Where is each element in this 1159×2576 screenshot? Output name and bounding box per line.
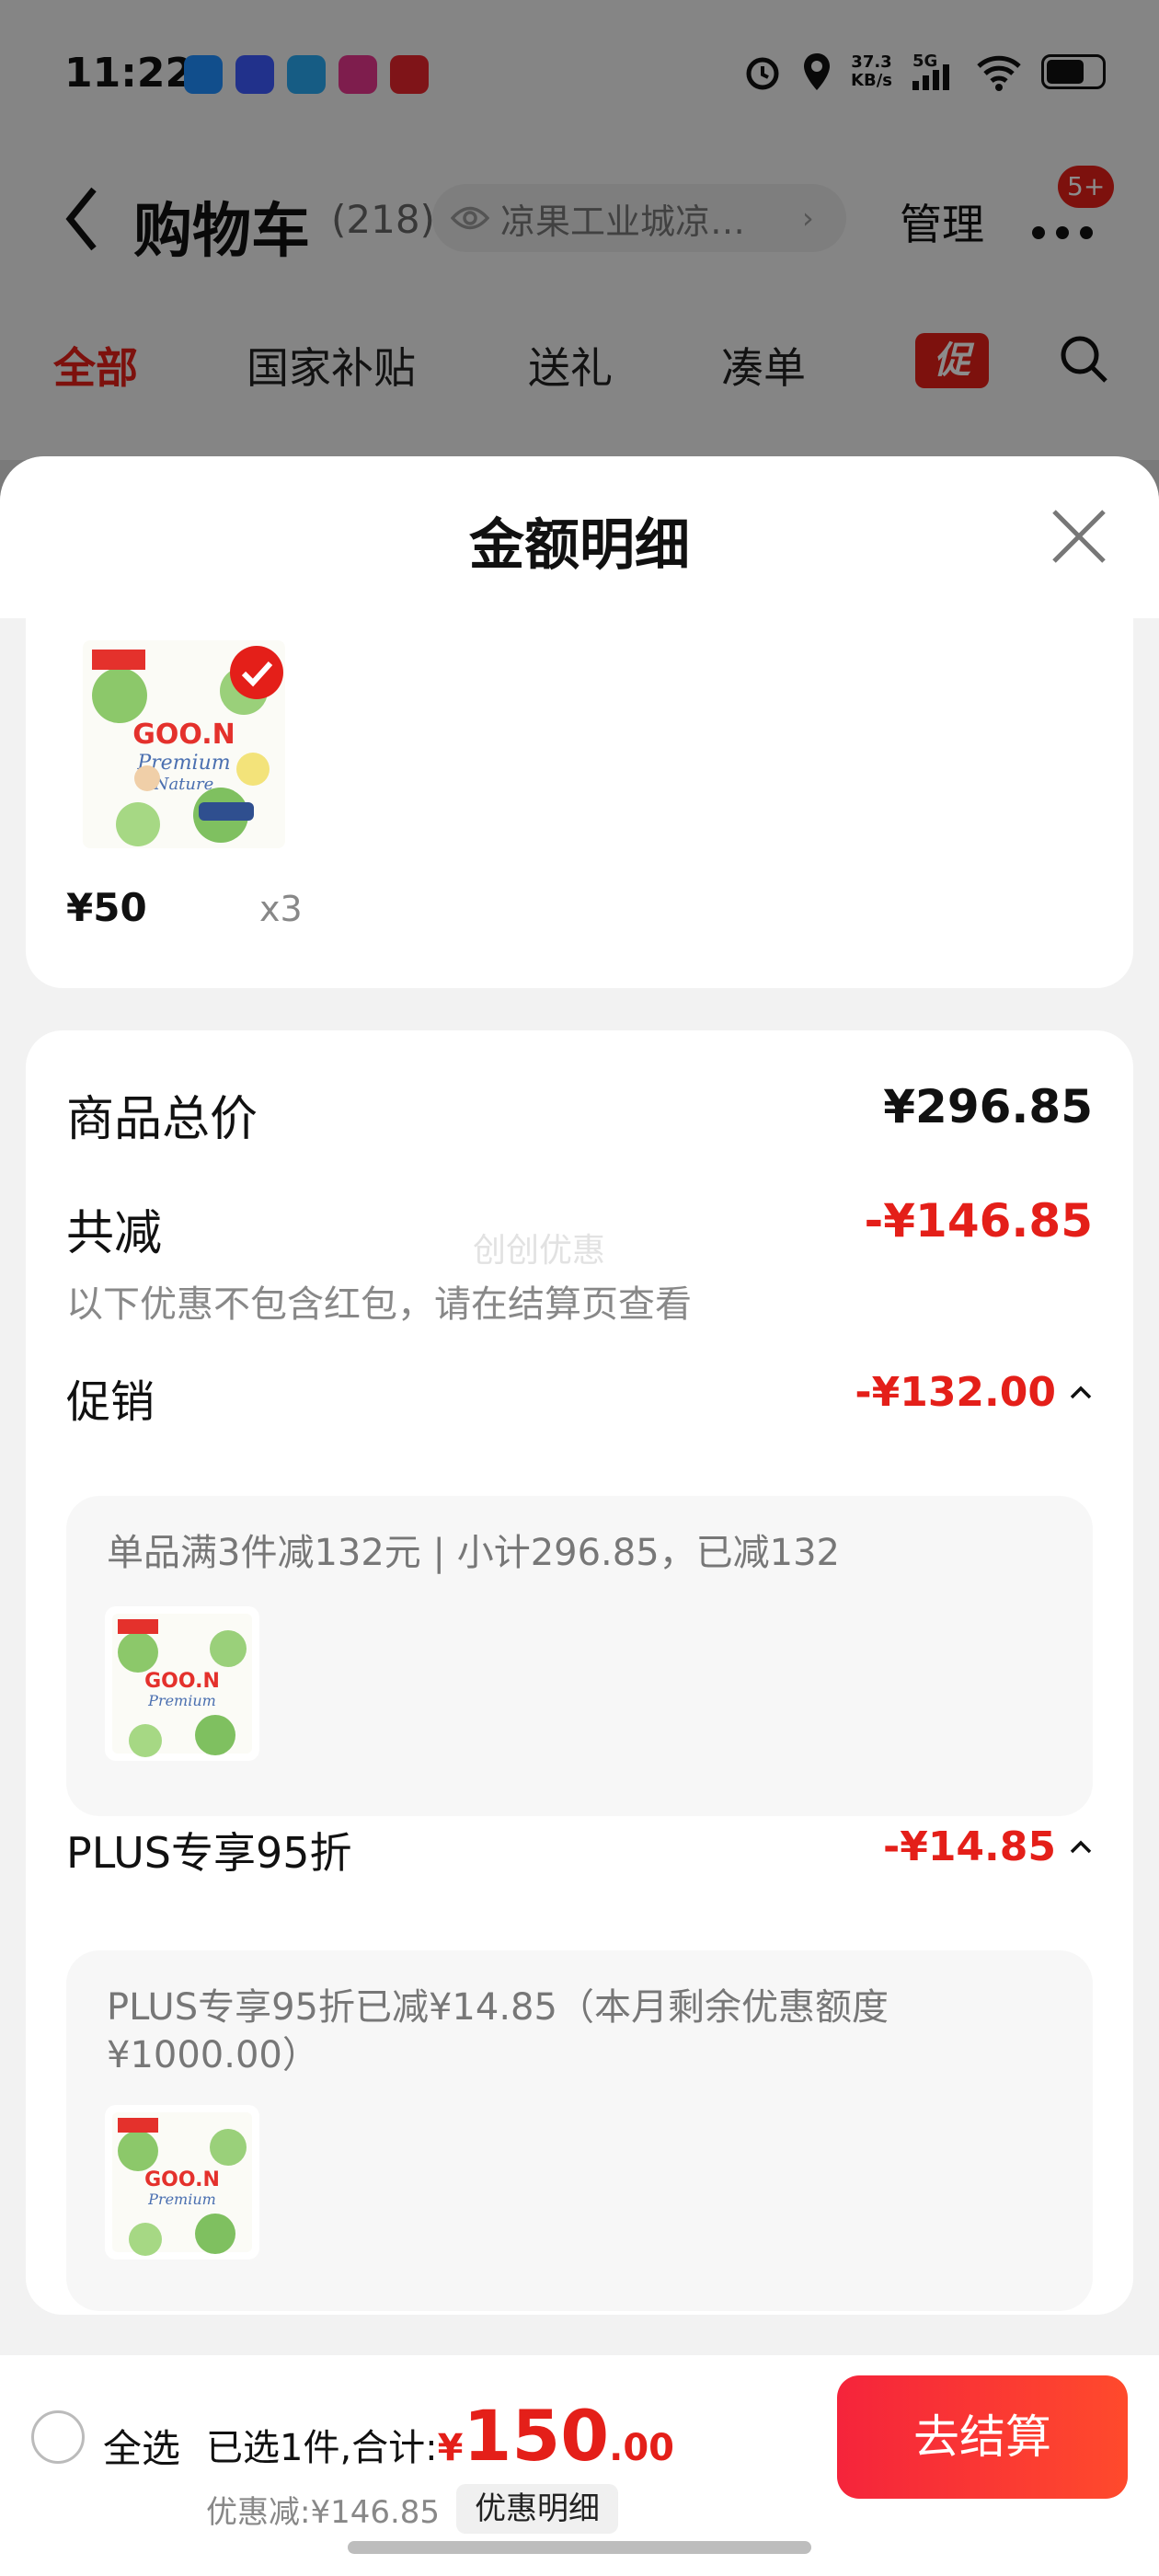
select-all-label[interactable]: 全选 (103, 2418, 180, 2474)
sheet-header: 金额明细 (0, 456, 1159, 618)
total-price-value: ¥296.85 (883, 1080, 1093, 1133)
promotion-product-image[interactable]: GOO.N Premium (105, 1606, 259, 1761)
total-decimal: .00 (609, 2427, 674, 2469)
svg-text:GOO.N: GOO.N (144, 1670, 220, 1693)
plus-product-image[interactable]: GOO.N Premium (105, 2105, 259, 2260)
select-all-radio[interactable] (31, 2410, 85, 2464)
product-quantity: x3 (259, 889, 303, 929)
chevron-up-icon (1070, 1386, 1092, 1398)
close-icon[interactable] (1049, 506, 1109, 567)
plus-description: PLUS专享95折已减¥14.85（本月剩余优惠额度¥1000.00） (107, 1986, 889, 2076)
plus-discount-value: -¥14.85 (882, 1823, 1056, 1870)
svg-text:Premium: Premium (147, 1692, 216, 1709)
total-integer: 150 (463, 2395, 610, 2477)
home-indicator[interactable] (348, 2541, 811, 2554)
promotion-description: 单品满3件减132元 | 小计296.85，已减132 (107, 1532, 841, 1574)
selected-count-text: 已选1件,合计: (206, 2427, 438, 2469)
total-discount-value: -¥146.85 (864, 1194, 1094, 1248)
promotion-value-toggle[interactable]: -¥132.00 (855, 1369, 1093, 1416)
sheet-title: 金额明细 (469, 513, 690, 578)
chevron-up-icon (1070, 1840, 1092, 1853)
amount-detail-sheet: 金额明细 GOO.N Premium Nature ¥50 x3 商品总价 ¥2… (0, 456, 1159, 2576)
checkout-button[interactable]: 去结算 (837, 2375, 1128, 2499)
promotion-detail-box: 单品满3件减132元 | 小计296.85，已减132 GOO.N Premiu… (66, 1496, 1093, 1816)
total-currency: ¥ (437, 2427, 464, 2469)
promotion-row[interactable]: 促销 -¥132.00 (66, 1365, 1093, 1430)
plus-discount-row[interactable]: PLUS专享95折 -¥14.85 (66, 1820, 1093, 1880)
saved-amount: 优惠减:¥146.85 (206, 2493, 441, 2531)
discount-note: 以下优惠不包含红包，请在结算页查看 (66, 1283, 692, 1326)
product-price: ¥50 (66, 885, 147, 930)
selected-check-icon (230, 646, 283, 699)
price-summary-card: 商品总价 ¥296.85 共减 -¥146.85 以下优惠不包含红包，请在结算页… (26, 1030, 1133, 2315)
product-card: GOO.N Premium Nature ¥50 x3 (26, 618, 1133, 988)
selected-total: 已选1件,合计: ¥ 150 .00 (206, 2395, 674, 2477)
plus-value-toggle[interactable]: -¥14.85 (883, 1823, 1093, 1870)
watermark-text: 创创优惠 (473, 1232, 606, 1270)
promotion-value: -¥132.00 (855, 1369, 1056, 1416)
svg-text:Premium: Premium (147, 2191, 216, 2208)
modal-backdrop[interactable] (0, 0, 1159, 460)
svg-text:GOO.N: GOO.N (144, 2168, 220, 2191)
cart-page-background: 11:22 37.3 KB/s 5G 购物车 (218) 凉果工业城凉… › 管… (0, 0, 1159, 460)
total-price-row: 商品总价 ¥296.85 (66, 1080, 1093, 1149)
saved-line: 优惠减:¥146.85 优惠明细 (206, 2484, 619, 2534)
discount-detail-button[interactable]: 优惠明细 (456, 2484, 619, 2534)
svg-text:GOO.N: GOO.N (132, 719, 235, 751)
plus-detail-box: PLUS专享95折已减¥14.85（本月剩余优惠额度¥1000.00） GOO.… (66, 1950, 1093, 2311)
svg-text:Nature: Nature (154, 775, 214, 794)
